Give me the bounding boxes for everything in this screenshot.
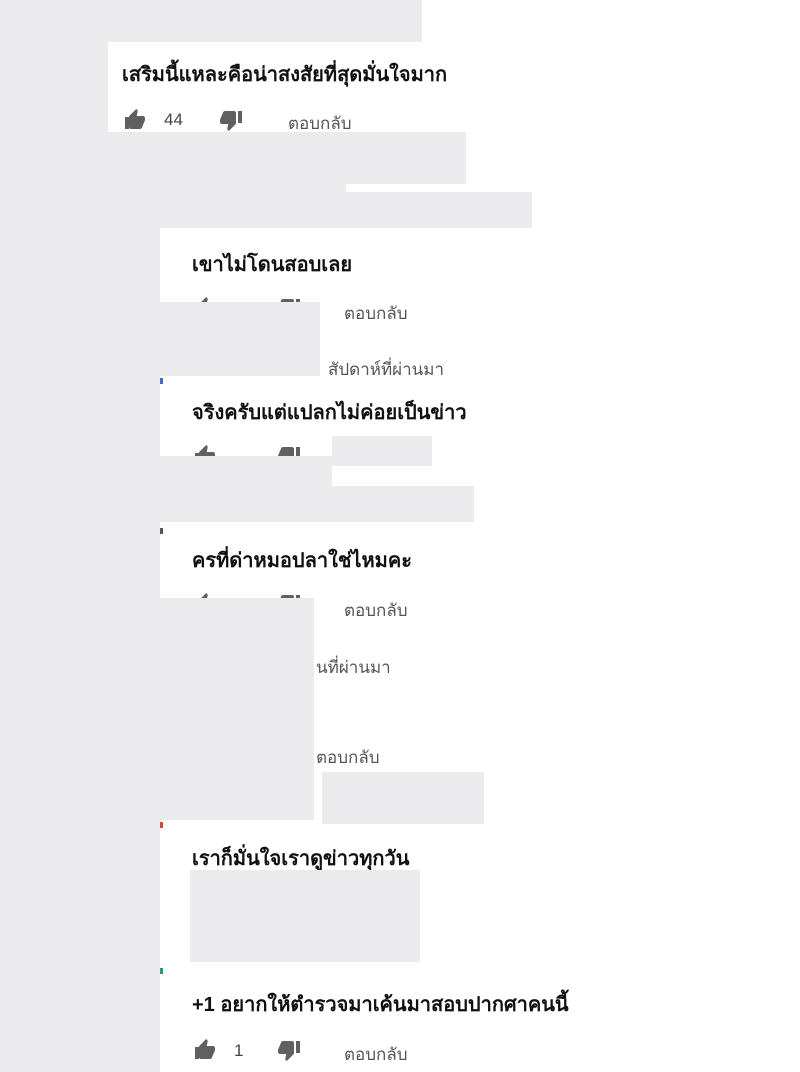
redaction-block — [190, 870, 420, 962]
timestamp: สัปดาห์ที่ผ่านมา — [328, 360, 445, 379]
avatar-edge — [160, 378, 163, 384]
redaction-block — [160, 456, 332, 488]
avatar-edge — [160, 968, 163, 974]
redaction-block — [0, 0, 422, 42]
avatar-edge — [160, 528, 163, 534]
like-count: 1 — [234, 1041, 244, 1060]
redaction-block — [160, 598, 314, 820]
comment-text: +1 อยากให้ตำรวจมาเค้นมาสอบปากศาคนนี้ — [192, 994, 569, 1016]
reply-button[interactable]: ตอบกลับ — [316, 744, 380, 771]
thumbs-up-icon[interactable] — [122, 108, 148, 132]
redaction-block — [322, 772, 484, 824]
redaction-block — [0, 132, 466, 184]
thumbs-up-icon[interactable] — [192, 1038, 218, 1062]
comment-text: เขาไม่โดนสอบเลย — [192, 254, 353, 276]
comment-text: เสริมนี้แหละคือน่าสงสัยที่สุดมั่นใจมาก — [122, 64, 448, 86]
avatar-edge — [160, 822, 163, 828]
redaction-block — [160, 486, 474, 522]
redaction-block — [0, 192, 532, 228]
thumbs-down-icon[interactable] — [218, 108, 244, 132]
comment-text: จริงครับแต่แปลกไม่ค่อยเป็นข่าว — [192, 402, 467, 424]
reply-button[interactable]: ตอบกลับ — [344, 1041, 408, 1068]
like-count: 44 — [164, 110, 183, 129]
timestamp: นที่ผ่านมา — [316, 658, 391, 677]
reply-button[interactable]: ตอบกลับ — [344, 597, 408, 624]
redaction-block — [332, 436, 432, 466]
reply-button[interactable]: ตอบกลับ — [344, 300, 408, 327]
redaction-block — [0, 226, 160, 1072]
redaction-block — [160, 302, 320, 376]
comment-text: ครที่ด่าหมอปลาใช่ไหมคะ — [192, 550, 412, 572]
thumbs-down-icon[interactable] — [276, 1038, 302, 1062]
reply-button[interactable]: ตอบกลับ — [288, 110, 352, 137]
